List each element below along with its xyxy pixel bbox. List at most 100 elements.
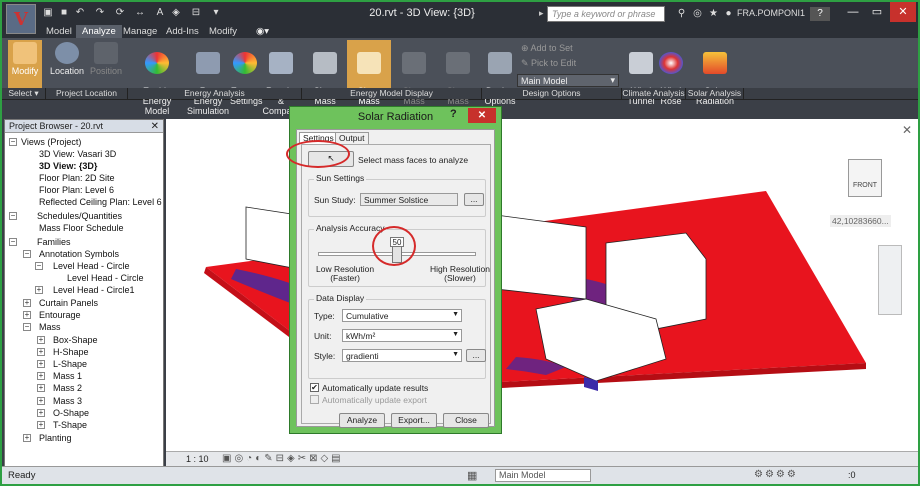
redo-icon[interactable]: ↷ — [94, 7, 106, 19]
tree-item[interactable]: Curtain Panels — [39, 297, 98, 309]
tree-views-project[interactable]: Views (Project) — [21, 136, 81, 148]
save-icon[interactable]: ■ — [58, 7, 70, 19]
tab-modify[interactable]: Modify — [203, 25, 243, 38]
view-controls-icons[interactable]: ▣◎◔◐✎⊟◈✂⊠◇▤ — [222, 453, 344, 464]
sync-icon[interactable]: ⟳ — [114, 7, 126, 19]
analyze-button[interactable]: Analyze — [339, 413, 385, 428]
tree-item[interactable]: Level Head - Circle — [53, 260, 130, 272]
tree-item[interactable]: Mass 1 — [53, 370, 82, 382]
run-energy-simulation-button[interactable]: Run Energy Simulation — [186, 40, 230, 116]
expand-toggle[interactable]: + — [23, 299, 31, 307]
expand-toggle[interactable]: + — [37, 421, 45, 429]
section-icon[interactable]: ⊟ — [190, 7, 202, 19]
view-scale[interactable]: 1 : 10 — [186, 454, 209, 464]
binoculars-icon[interactable]: ⚲ — [675, 7, 688, 20]
help-button[interactable]: ? — [810, 7, 830, 21]
tree-item[interactable]: Mass 3 — [53, 395, 82, 407]
tree-item[interactable]: 3D View: Vasari 3D — [39, 148, 116, 160]
add-to-set-button[interactable]: ⊕ Add to Set — [521, 43, 573, 54]
style-browse-button[interactable]: ... — [466, 349, 486, 362]
tab-model[interactable]: Model — [40, 25, 78, 38]
close-button[interactable]: Close — [443, 413, 489, 428]
sun-study-field[interactable]: Summer Solstice — [360, 193, 458, 206]
tab-add-ins[interactable]: Add-Ins — [160, 25, 205, 38]
tree-item[interactable]: L-Shape — [53, 358, 87, 370]
expand-toggle[interactable]: + — [37, 372, 45, 380]
tree-item[interactable]: Mass — [39, 321, 61, 333]
3d-viewport[interactable]: FRONT ✕ 42,10283660... — [166, 119, 918, 451]
tree-item[interactable]: Mass Floor Schedule — [39, 222, 124, 234]
viewport-close-icon[interactable]: ✕ — [902, 123, 912, 137]
editing-icon[interactable]: ▦ — [467, 469, 477, 482]
collapse-toggle[interactable]: − — [23, 323, 31, 331]
tree-item[interactable]: T-Shape — [53, 419, 87, 431]
tree-item[interactable]: Box-Shape — [53, 334, 98, 346]
tab-options-icon[interactable]: ◉▾ — [250, 25, 275, 38]
dialog-close-button[interactable]: ✕ — [468, 108, 496, 123]
design-option-select[interactable]: Main Model ▾ — [517, 74, 619, 87]
application-menu-button[interactable]: V — [6, 4, 36, 34]
solar-radiation-button[interactable]: Solar Radiation — [694, 40, 736, 106]
tree-schedules[interactable]: Schedules/Quantities — [37, 210, 122, 222]
wind-tunnel-button[interactable]: Wind Tunnel — [624, 40, 658, 106]
enable-energy-model-button[interactable]: Enable Energy Model — [128, 40, 186, 116]
maximize-button[interactable]: ▭ — [864, 2, 890, 22]
expand-toggle[interactable]: + — [37, 384, 45, 392]
expand-toggle[interactable]: + — [37, 348, 45, 356]
expand-toggle[interactable]: + — [23, 311, 31, 319]
pick-to-edit-button[interactable]: ✎ Pick to Edit — [521, 58, 576, 69]
user-icon[interactable]: ● — [722, 7, 735, 20]
minimize-button[interactable]: — — [840, 2, 866, 22]
wind-rose-button[interactable]: Wind Rose — [656, 40, 686, 106]
auto-update-export-checkbox[interactable] — [310, 395, 319, 404]
tree-item[interactable]: Reflected Ceiling Plan: Level 6 — [39, 196, 162, 208]
search-input[interactable]: Type a keyword or phrase — [547, 6, 665, 22]
results-compare-button[interactable]: Results & Compare — [262, 40, 300, 116]
show-mass-form-button[interactable]: Show Mass Form — [347, 40, 391, 116]
show-mass-by-view-button[interactable]: Show Mass By View — [303, 40, 347, 116]
user-name[interactable]: FRA.POMPONI1 — [737, 8, 805, 18]
tree-item[interactable]: Entourage — [39, 309, 81, 321]
tree-item[interactable]: Annotation Symbols — [39, 248, 119, 260]
tree-item[interactable]: Level Head - Circle — [67, 272, 144, 284]
selection-filter-icons[interactable]: ⚙⚙⚙⚙ — [754, 469, 798, 480]
help-icon[interactable]: ? — [450, 108, 457, 120]
tree-item[interactable]: H-Shape — [53, 346, 89, 358]
expand-toggle[interactable]: + — [23, 434, 31, 442]
close-icon[interactable]: ✕ — [151, 120, 159, 133]
window-close-button[interactable]: ✕ — [890, 2, 916, 22]
tab-manage[interactable]: Manage — [117, 25, 163, 38]
expand-toggle[interactable]: + — [37, 409, 45, 417]
export-button[interactable]: Export... — [391, 413, 437, 428]
unit-select[interactable]: kWh/m² ▼ — [342, 329, 462, 342]
location-button[interactable]: Location — [48, 40, 86, 88]
sun-study-browse-button[interactable]: ... — [464, 193, 484, 206]
expand-toggle[interactable]: + — [37, 360, 45, 368]
auto-update-results-checkbox[interactable]: ✔ — [310, 383, 319, 392]
energy-settings-button[interactable]: Energy Settings — [230, 40, 263, 106]
position-button[interactable]: Position — [88, 40, 124, 88]
show-mass-surfaces-button[interactable]: Show Mass Surfaces — [392, 40, 436, 116]
modify-button[interactable]: Modify — [8, 40, 42, 88]
expand-toggle[interactable]: + — [37, 336, 45, 344]
tab-output[interactable]: Output — [335, 132, 369, 144]
tree-item[interactable]: Mass 2 — [53, 382, 82, 394]
collapse-toggle[interactable]: − — [35, 262, 43, 270]
tab-analyze[interactable]: Analyze — [76, 25, 122, 38]
style-select[interactable]: gradienti ▼ — [342, 349, 462, 362]
navigation-bar[interactable] — [878, 245, 902, 315]
active-model-select[interactable]: Main Model — [495, 469, 591, 482]
collapse-toggle[interactable]: − — [9, 138, 17, 146]
tree-item[interactable]: Planting — [39, 432, 72, 444]
viewcube[interactable]: FRONT — [848, 159, 882, 197]
measure-icon[interactable]: ↔ — [134, 7, 146, 19]
collapse-toggle[interactable]: − — [9, 212, 17, 220]
tree-item[interactable]: Floor Plan: Level 6 — [39, 184, 114, 196]
collapse-toggle[interactable]: − — [23, 250, 31, 258]
design-options-button[interactable]: Design Options — [484, 40, 516, 106]
expand-toggle[interactable]: + — [35, 286, 43, 294]
customize-qa-icon[interactable]: ▾ — [210, 7, 222, 19]
text-icon[interactable]: A — [154, 7, 166, 19]
tree-item[interactable]: Floor Plan: 2D Site — [39, 172, 115, 184]
open-icon[interactable]: ▣ — [42, 7, 54, 19]
